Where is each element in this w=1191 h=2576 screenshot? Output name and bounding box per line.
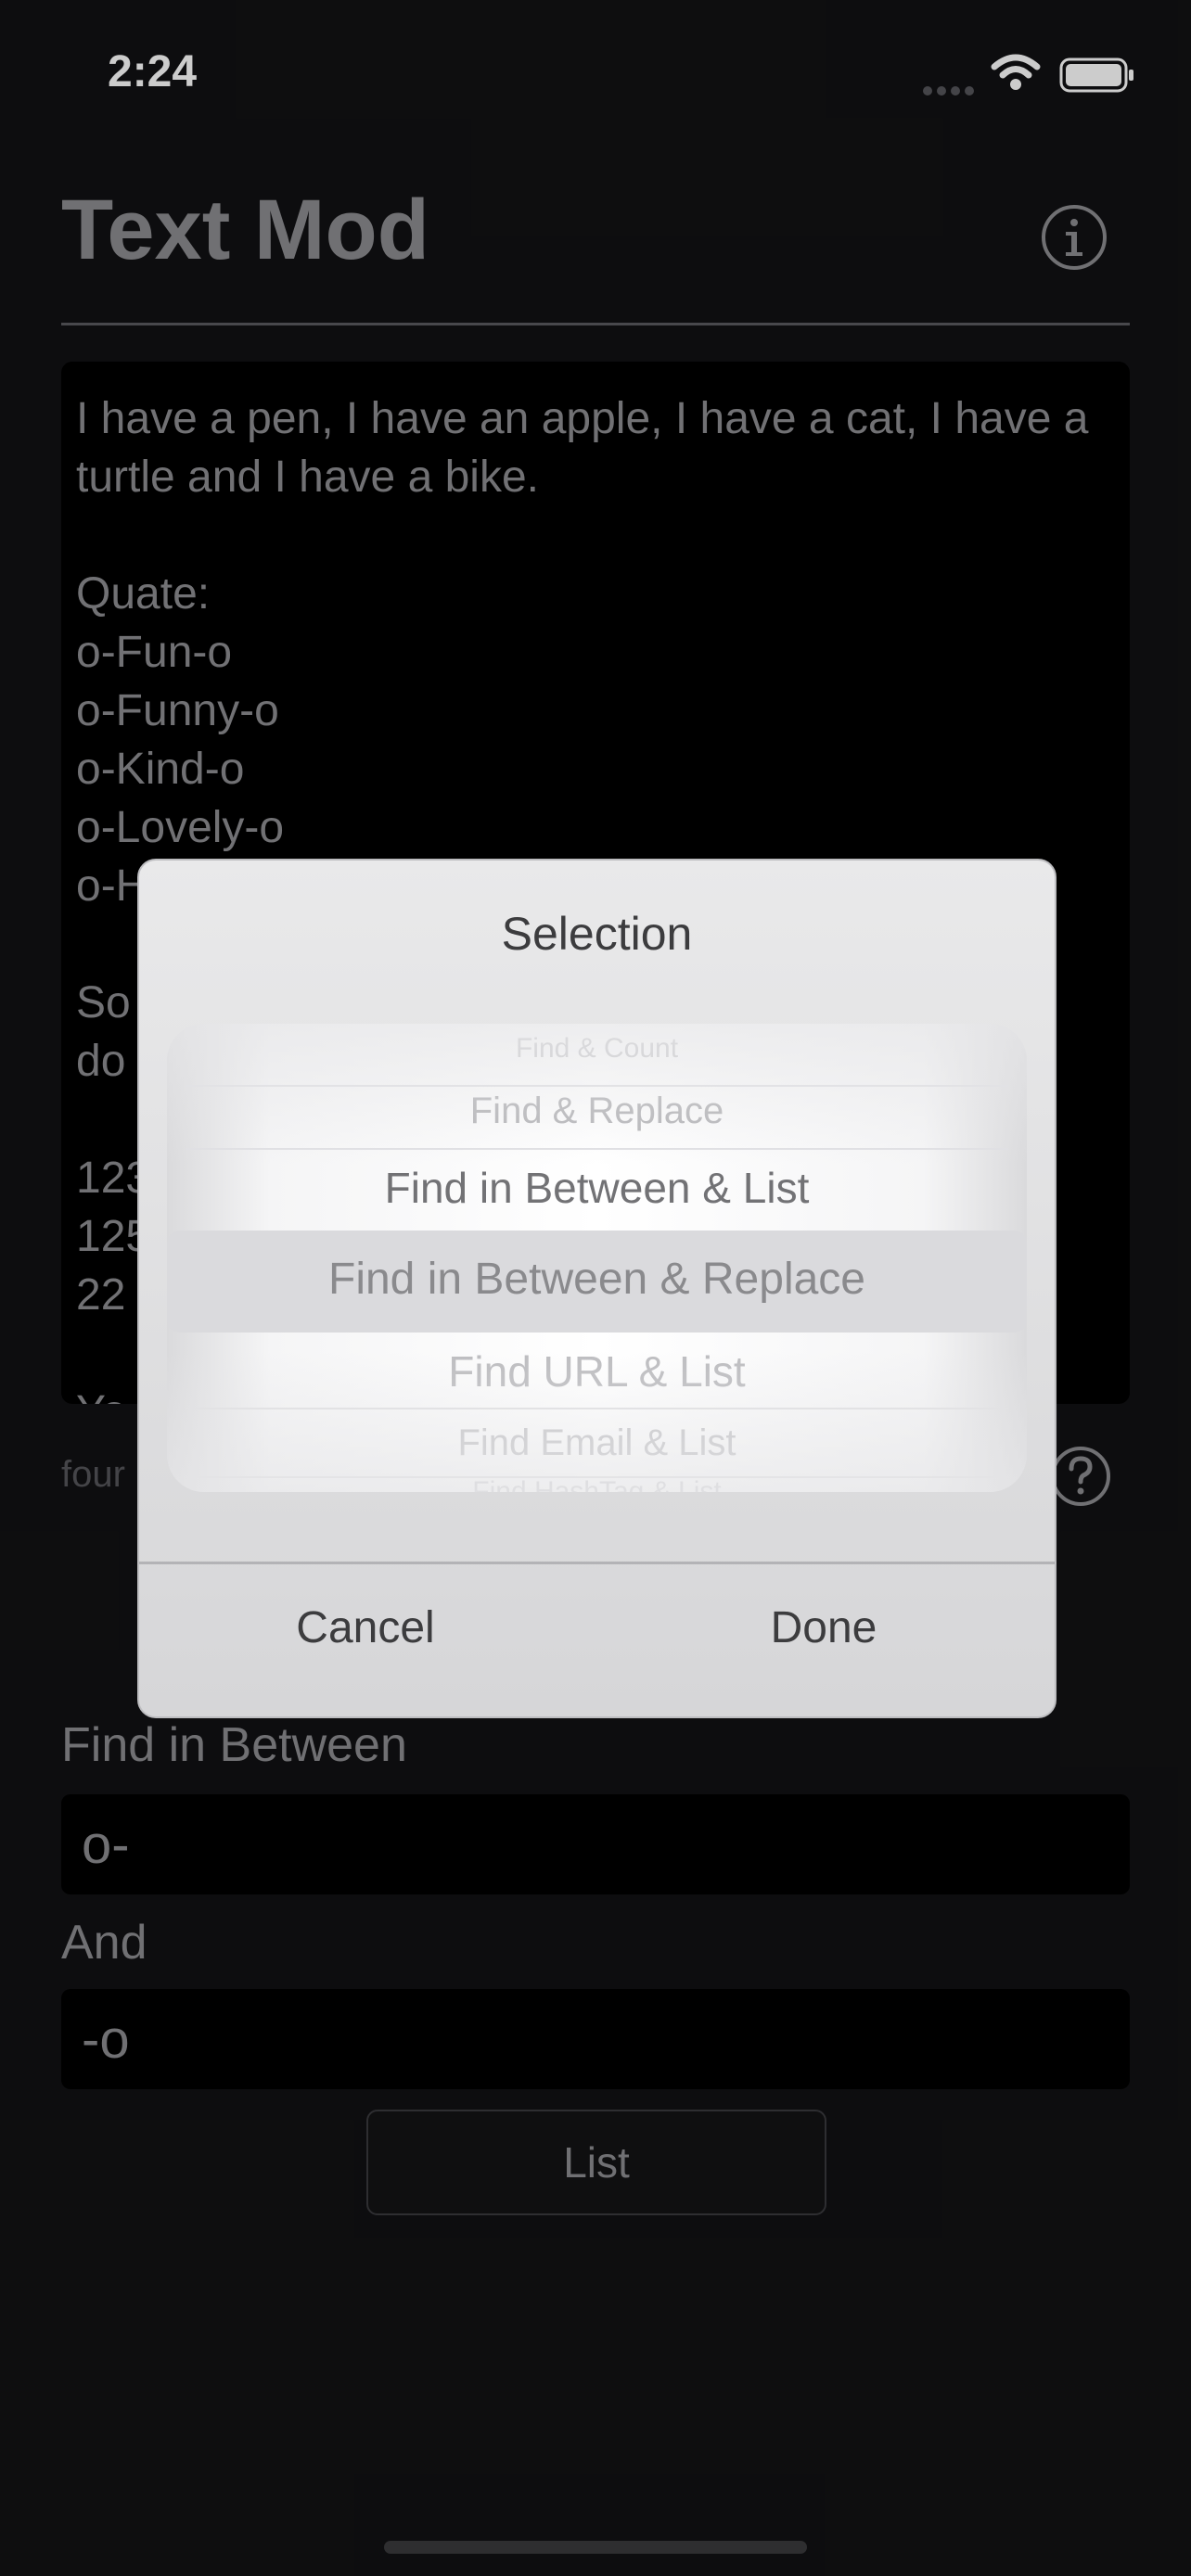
picker-option[interactable]: Find Email & List — [167, 1422, 1027, 1464]
picker-option[interactable]: Find & Replace — [167, 1090, 1027, 1132]
picker-separator — [186, 1148, 1008, 1150]
picker-option[interactable]: Find URL & List — [167, 1346, 1027, 1396]
picker-option[interactable]: Find in Between & List — [167, 1163, 1027, 1213]
done-button[interactable]: Done — [685, 1602, 963, 1653]
picker-option[interactable]: Find & Count — [167, 1033, 1027, 1065]
picker-option-selected[interactable]: Find in Between & Replace — [167, 1254, 1027, 1305]
picker-separator — [186, 1408, 1008, 1409]
selection-dialog: Selection Find & Count Find & Replace Fi… — [137, 859, 1057, 1718]
dialog-divider — [139, 1562, 1055, 1564]
picker-separator — [186, 1085, 1008, 1087]
option-picker[interactable]: Find & Count Find & Replace Find in Betw… — [167, 1024, 1027, 1492]
cancel-button[interactable]: Cancel — [226, 1602, 505, 1653]
picker-option[interactable]: Find HashTag & List — [167, 1476, 1027, 1492]
dialog-title: Selection — [501, 908, 693, 960]
